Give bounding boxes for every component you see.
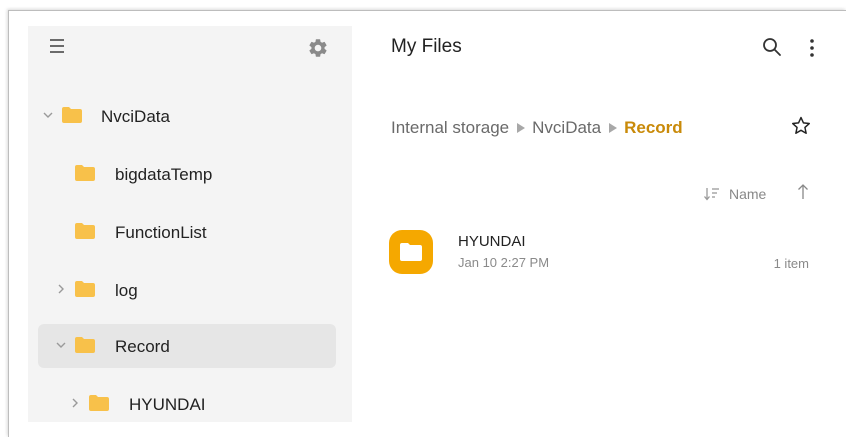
chevron-down-icon[interactable] bbox=[42, 109, 54, 121]
gear-icon[interactable] bbox=[307, 37, 329, 59]
sidebar-item-log[interactable]: log bbox=[38, 268, 336, 312]
folder-icon bbox=[89, 395, 109, 411]
sidebar-item-bigdatatemp[interactable]: bigdataTemp bbox=[38, 152, 336, 196]
sidebar-item-hyundai[interactable]: HYUNDAI bbox=[38, 382, 336, 426]
sidebar-item-label: log bbox=[115, 281, 138, 300]
breadcrumb-separator-icon bbox=[517, 123, 526, 133]
sidebar-item-label: Record bbox=[115, 337, 170, 356]
folder-icon bbox=[75, 223, 95, 239]
chevron-down-icon[interactable] bbox=[55, 339, 67, 351]
more-vertical-icon[interactable] bbox=[806, 37, 818, 59]
page-title: My Files bbox=[391, 36, 462, 57]
arrow-up-icon[interactable] bbox=[796, 183, 810, 201]
sidebar-item-nvcidata[interactable]: NvciData bbox=[38, 94, 336, 138]
sidebar-item-label: FunctionList bbox=[115, 223, 207, 242]
file-item-count: 1 item bbox=[773, 256, 809, 271]
sort-icon bbox=[704, 188, 719, 201]
folder-icon bbox=[75, 165, 95, 181]
breadcrumb: Internal storage NvciData Record bbox=[391, 116, 683, 140]
chevron-right-icon[interactable] bbox=[69, 397, 81, 409]
star-outline-icon[interactable] bbox=[790, 115, 812, 137]
chevron-right-icon[interactable] bbox=[55, 283, 67, 295]
breadcrumb-item[interactable]: NvciData bbox=[532, 118, 601, 138]
file-date: Jan 10 2:27 PM bbox=[458, 255, 550, 270]
menu-icon[interactable] bbox=[49, 39, 69, 57]
sort-button[interactable]: Name bbox=[704, 184, 766, 204]
sidebar: NvciData bigdataTemp FunctionList log Re… bbox=[28, 26, 352, 422]
sort-label: Name bbox=[729, 186, 767, 202]
sidebar-item-record[interactable]: Record bbox=[38, 324, 336, 368]
folder-icon bbox=[75, 281, 95, 297]
sidebar-toolbar bbox=[28, 26, 352, 72]
folder-icon bbox=[62, 107, 82, 123]
folder-icon bbox=[75, 337, 95, 353]
list-item[interactable]: HYUNDAI Jan 10 2:27 PM 1 item bbox=[383, 222, 818, 284]
sidebar-item-label: NvciData bbox=[101, 107, 170, 126]
sidebar-item-label: HYUNDAI bbox=[129, 395, 206, 414]
sidebar-item-functionlist[interactable]: FunctionList bbox=[38, 210, 336, 254]
breadcrumb-item[interactable]: Internal storage bbox=[391, 118, 509, 138]
breadcrumb-current[interactable]: Record bbox=[624, 118, 683, 138]
folder-icon bbox=[389, 230, 433, 274]
sidebar-item-label: bigdataTemp bbox=[115, 165, 213, 184]
file-name: HYUNDAI bbox=[458, 233, 526, 250]
breadcrumb-separator-icon bbox=[609, 123, 618, 133]
search-icon[interactable] bbox=[762, 37, 782, 57]
